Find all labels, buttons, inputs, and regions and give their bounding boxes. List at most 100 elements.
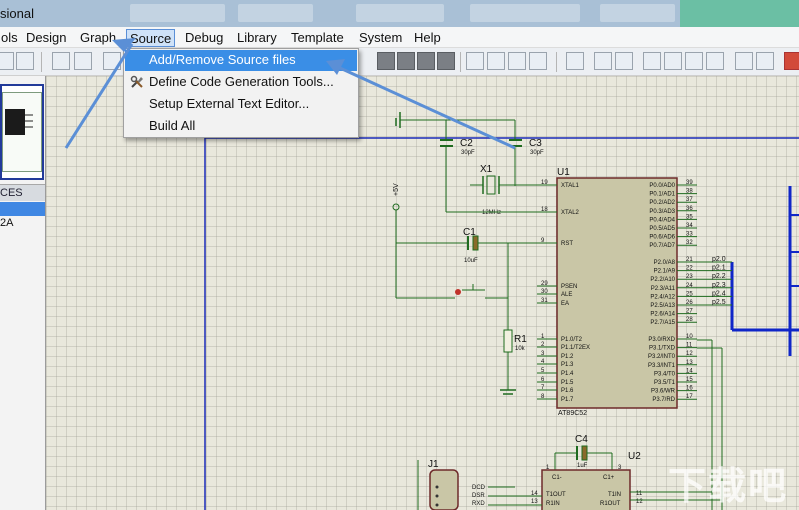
u1-pin-number: 26 — [686, 300, 693, 306]
u1-pin-number: 14 — [686, 368, 693, 374]
source-menu-dropdown: Add/Remove Source files Define Code Gene… — [123, 48, 359, 138]
u1-pin-number: 27 — [686, 309, 693, 315]
remove-sheet-icon[interactable] — [685, 52, 703, 70]
ground-symbol — [395, 112, 515, 128]
c1-value: 10uF — [464, 258, 478, 264]
block-delete-icon[interactable] — [437, 52, 455, 70]
u1-pin-name: P3.5/T1 — [654, 380, 676, 386]
menu-add-remove-source-files[interactable]: Add/Remove Source files — [125, 50, 357, 71]
resistor-r1[interactable]: R1 10k — [500, 329, 527, 395]
u1-pin-name: XTAL1 — [561, 183, 580, 189]
menu-item-label: Define Code Generation Tools... — [149, 74, 334, 89]
menu-system[interactable]: System — [356, 29, 405, 47]
u1-pin-number: 34 — [686, 223, 693, 229]
u1-pin-number: 11 — [686, 343, 693, 349]
schematic-canvas[interactable]: C2 30pF C3 30pF X1 12MHz +5V C1 10uF R1 … — [46, 76, 799, 510]
c3-value: 30pF — [530, 150, 544, 156]
menu-build-all[interactable]: Build All — [125, 116, 357, 137]
capacitor-c4[interactable]: C4 1uF — [554, 434, 613, 470]
u1-pin-number: 21 — [686, 257, 693, 263]
menu-source[interactable]: Source — [126, 29, 176, 47]
u1-pin-name: P3.2/INT0 — [648, 354, 676, 360]
menu-item-label: Add/Remove Source files — [149, 52, 296, 67]
block-copy-icon[interactable] — [377, 52, 395, 70]
connector-j1[interactable]: J1 DCD DSR RXD — [428, 459, 542, 510]
overview-window[interactable] — [0, 84, 44, 180]
u1-pin-number: 13 — [686, 360, 693, 366]
x1-ref: X1 — [480, 164, 493, 175]
menu-help[interactable]: Help — [411, 29, 444, 47]
u1-pin-name: P3.4/T0 — [654, 371, 676, 377]
new-sheet-icon[interactable] — [643, 52, 661, 70]
capacitor-c3[interactable]: C3 30pF — [509, 120, 544, 186]
goto-sheet-icon[interactable] — [706, 52, 724, 70]
toolbar-separator — [460, 52, 461, 72]
reset-button[interactable] — [396, 284, 508, 299]
c3-ref: C3 — [529, 138, 542, 149]
menu-graph[interactable]: Graph — [77, 29, 119, 47]
c4-ref: C4 — [575, 434, 588, 445]
device-list-selected[interactable] — [0, 202, 45, 216]
u2-pin-name: C1- — [552, 475, 562, 481]
print-icon[interactable] — [0, 52, 14, 70]
u1-pin-number: 17 — [686, 394, 693, 400]
refresh-icon[interactable] — [52, 52, 70, 70]
u1-pin-name: P2.6/A14 — [650, 312, 675, 318]
menu-design[interactable]: Design — [23, 29, 69, 47]
u1-pin-number: 33 — [686, 232, 693, 238]
u1-pin-name: P0.7/AD7 — [649, 243, 675, 249]
menu-template[interactable]: Template — [288, 29, 347, 47]
menu-tools[interactable]: ols — [0, 29, 21, 47]
u1-pin-name: P3.0/RXD — [648, 337, 675, 343]
title-bar-accent — [680, 0, 799, 27]
device-list-item[interactable]: 2A — [0, 217, 13, 229]
menu-debug[interactable]: Debug — [182, 29, 226, 47]
block-move-icon[interactable] — [397, 52, 415, 70]
search-icon[interactable] — [594, 52, 612, 70]
property-tool-icon[interactable] — [615, 52, 633, 70]
menu-library[interactable]: Library — [234, 29, 280, 47]
crystal-x1[interactable]: X1 12MHz — [470, 164, 545, 216]
j1-pin: RXD — [472, 501, 485, 507]
u1-pin-name: P2.4/A12 — [650, 294, 675, 300]
u1-pin-name: P1.6 — [561, 388, 574, 394]
area-icon[interactable] — [16, 52, 34, 70]
u1-pin-number: 12 — [686, 351, 693, 357]
u1-pin-name: P0.2/AD2 — [649, 200, 675, 206]
menu-item-label: Build All — [149, 118, 196, 133]
menu-define-code-generation-tools[interactable]: Define Code Generation Tools... — [125, 72, 357, 93]
toolbar-separator — [41, 52, 42, 72]
u1-pin-number: 15 — [686, 377, 693, 383]
capacitor-c1[interactable]: C1 10uF — [396, 227, 545, 264]
u1-pin-name: P3.3/INT1 — [648, 363, 676, 369]
u1-pin-name: P1.2 — [561, 354, 574, 360]
bill-of-materials-icon[interactable] — [735, 52, 753, 70]
u1-pin-number: 18 — [541, 207, 548, 213]
p2-net-label: p2.2 — [712, 273, 726, 280]
pick-device-icon[interactable] — [487, 52, 505, 70]
ares-icon[interactable] — [784, 52, 799, 70]
power-terminal-5v[interactable]: +5V — [392, 183, 400, 298]
title-bar: sional — [0, 0, 799, 27]
menu-setup-external-text-editor[interactable]: Setup External Text Editor... — [125, 94, 357, 115]
capacitor-c2[interactable]: C2 30pF — [440, 120, 475, 212]
block-rotate-icon[interactable] — [417, 52, 435, 70]
decompose-icon[interactable] — [529, 52, 547, 70]
u1-pin-number: 37 — [686, 197, 693, 203]
wire-autorouter-icon[interactable] — [566, 52, 584, 70]
make-device-icon[interactable] — [508, 52, 526, 70]
u2-pin-name: T1OUT — [546, 492, 566, 498]
u1-pin-number: 23 — [686, 274, 693, 280]
erc-icon[interactable] — [756, 52, 774, 70]
u1-pin-number: 25 — [686, 291, 693, 297]
origin-icon[interactable] — [103, 52, 121, 70]
grid-icon[interactable] — [74, 52, 92, 70]
menu-item-label: Setup External Text Editor... — [149, 96, 310, 111]
u1-pin-number: 24 — [686, 283, 693, 289]
u1-pin-name: P0.4/AD4 — [649, 217, 675, 223]
add-sheet-icon[interactable] — [664, 52, 682, 70]
zoom-icon[interactable] — [466, 52, 484, 70]
u1-pin-name: P0.3/AD3 — [649, 209, 675, 215]
title-tab-blur — [238, 4, 313, 22]
u1-pin-number: 35 — [686, 214, 693, 220]
